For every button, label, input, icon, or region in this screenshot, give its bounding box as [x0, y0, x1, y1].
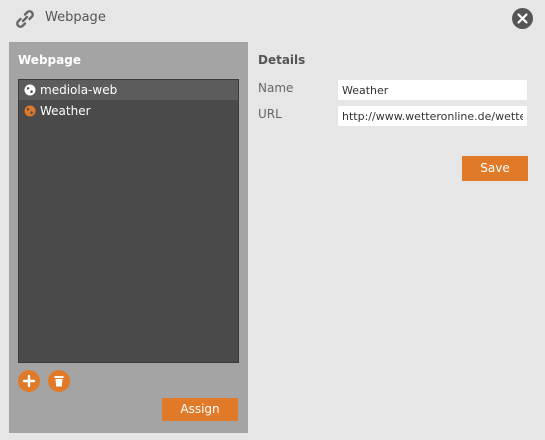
webpage-list[interactable]: mediola-web Weather [18, 79, 239, 363]
panel-heading: Webpage [18, 53, 81, 67]
url-input[interactable] [338, 106, 527, 126]
delete-button[interactable] [48, 370, 70, 392]
list-item-label: Weather [40, 104, 91, 118]
window-title: Webpage [45, 10, 106, 25]
title-bar: Webpage [0, 0, 545, 38]
list-item-weather[interactable]: Weather [19, 101, 238, 121]
globe-icon [24, 84, 36, 96]
name-input[interactable] [338, 80, 527, 100]
list-item-label: mediola-web [40, 83, 118, 97]
globe-icon [24, 105, 36, 117]
list-item-mediola-web[interactable]: mediola-web [19, 80, 238, 100]
name-label: Name [258, 81, 294, 95]
close-icon [517, 13, 528, 24]
close-button[interactable] [512, 8, 533, 29]
save-button[interactable]: Save [462, 156, 528, 181]
add-button[interactable] [18, 370, 40, 392]
plus-icon [22, 374, 36, 388]
link-icon [14, 8, 36, 30]
details-title: Details [258, 53, 306, 67]
assign-button[interactable]: Assign [162, 398, 238, 421]
trash-icon [54, 376, 64, 387]
url-label: URL [258, 107, 282, 121]
webpage-list-panel: Webpage mediola-web Weather Assign [9, 42, 248, 433]
